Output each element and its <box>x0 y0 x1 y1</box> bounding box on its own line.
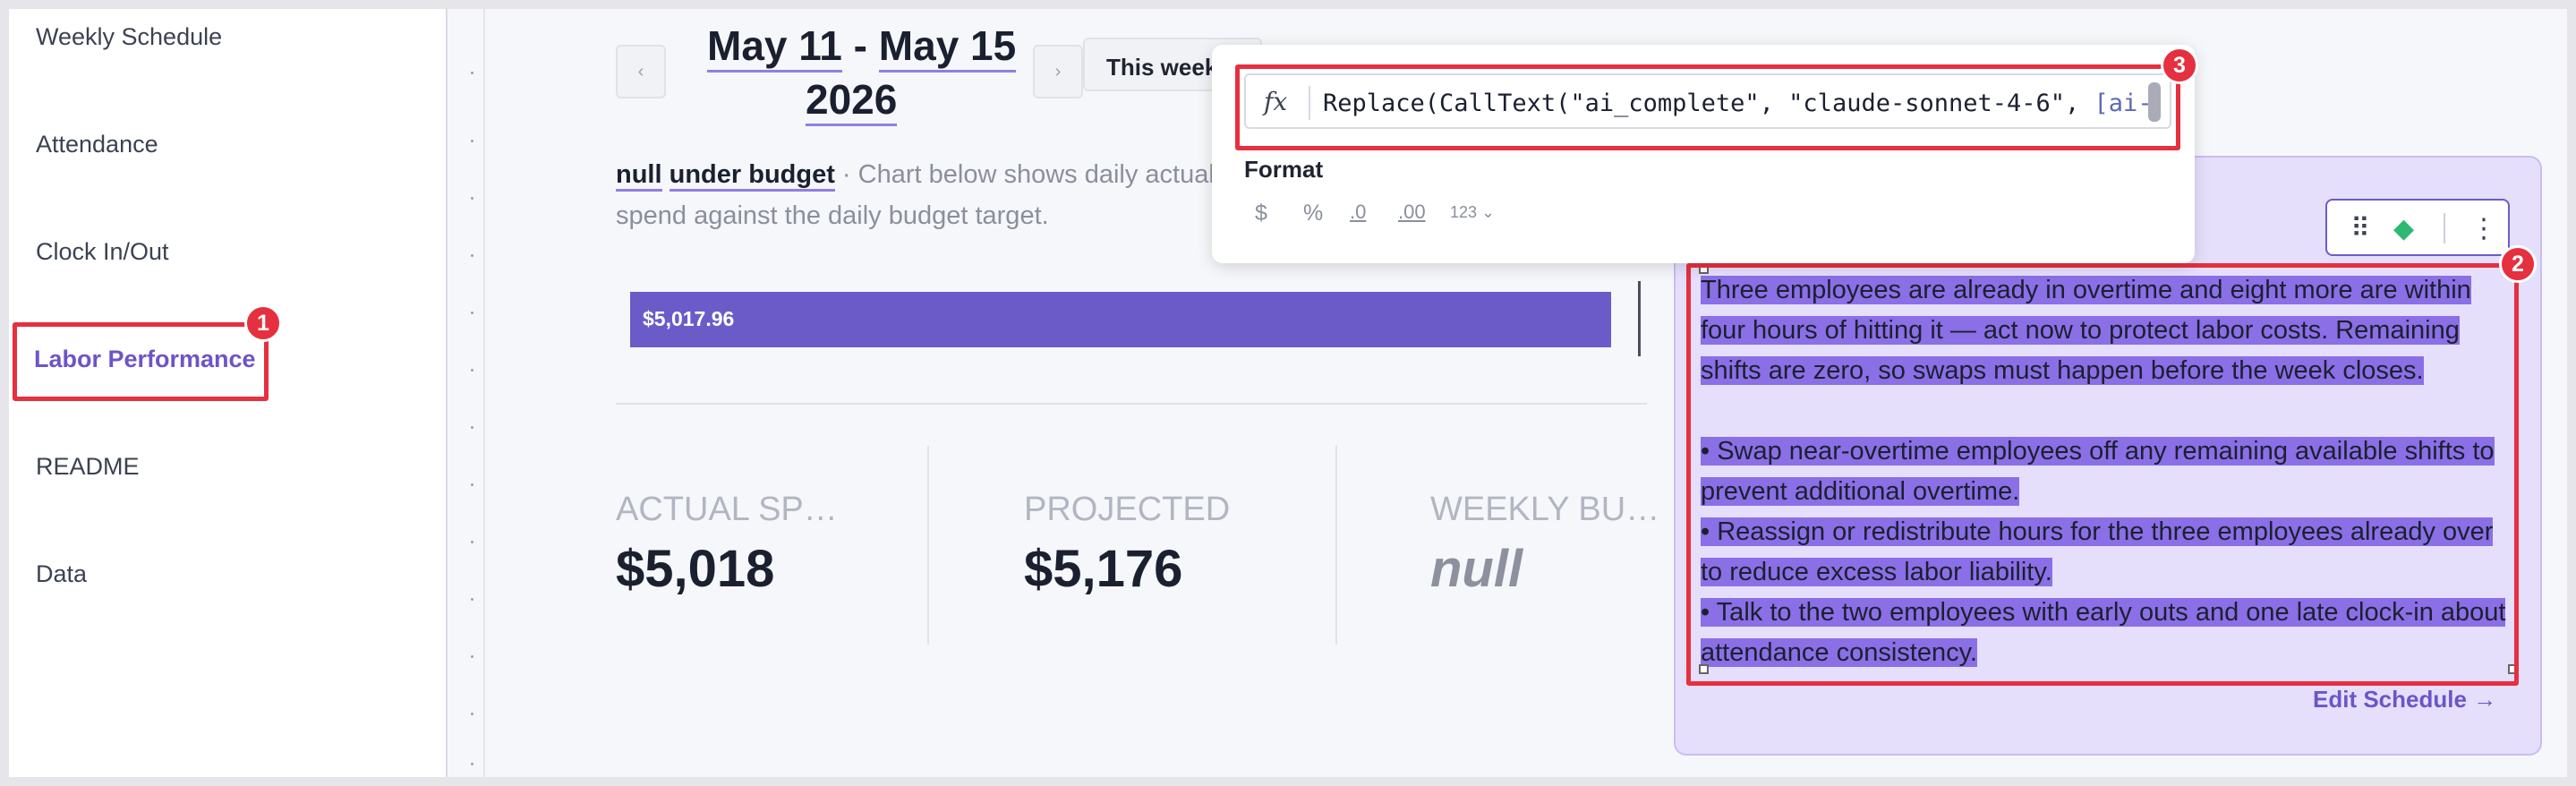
kpi-weekly-budget-label: WEEKLY BU… <box>1430 491 1660 528</box>
sidebar-item-weekly-schedule[interactable]: Weekly Schedule <box>36 23 222 51</box>
sidebar-item-data[interactable]: Data <box>36 560 87 588</box>
budget-target-marker <box>1638 281 1641 356</box>
canvas-gutter <box>449 9 485 777</box>
percent-icon[interactable]: % <box>1303 201 1323 226</box>
annotation-badge-2: 2 <box>2499 245 2537 283</box>
sidebar-item-readme[interactable]: README <box>36 453 140 481</box>
date-range-separator: - <box>841 22 879 69</box>
kpi-divider <box>927 446 929 645</box>
annotation-box-2 <box>1686 263 2519 686</box>
sidebar-item-attendance[interactable]: Attendance <box>36 131 158 158</box>
annotation-box-1 <box>13 322 269 401</box>
budget-summary: null under budget · Chart below shows da… <box>616 154 1242 236</box>
toolbar-separator <box>2444 213 2445 243</box>
edit-schedule-link[interactable]: Edit Schedule → <box>2313 686 2496 713</box>
date-range-end: May 15 <box>878 22 1017 73</box>
grid-dot <box>471 483 473 486</box>
kpi-actual-spend-value: $5,018 <box>616 540 775 598</box>
year-text: 2026 <box>806 76 898 126</box>
grid-dot <box>471 72 473 74</box>
number-format-label: 123 <box>1450 203 1478 221</box>
grid-dot <box>471 655 473 658</box>
next-week-button[interactable]: › <box>1033 45 1083 98</box>
grid-dot <box>471 312 473 314</box>
kpi-divider <box>1335 446 1337 645</box>
grid-dot <box>471 598 473 601</box>
drag-handle-icon[interactable]: ⠿ <box>2350 213 2370 244</box>
prev-week-button[interactable]: ‹ <box>616 45 666 98</box>
sparkle-icon[interactable]: ◆ <box>2393 213 2414 244</box>
grid-dot <box>471 197 473 200</box>
annotation-box-3 <box>1235 64 2180 150</box>
date-range-title: May 11 - May 15 <box>707 21 1017 73</box>
kpi-actual-spend-label: ACTUAL SP… <box>616 491 838 528</box>
grid-dot <box>471 369 473 372</box>
date-range-start: May 11 <box>707 22 842 73</box>
divider <box>616 403 1647 405</box>
kpi-projected-label: PROJECTED <box>1024 491 1231 528</box>
status-text: under budget <box>669 160 835 192</box>
annotation-badge-3: 3 <box>2161 47 2198 84</box>
currency-icon[interactable]: $ <box>1255 201 1267 226</box>
number-format-icon[interactable]: 123 ⌄ <box>1450 203 1495 222</box>
grid-dot <box>471 140 473 142</box>
kpi-weekly-budget-value: null <box>1430 540 1523 598</box>
increase-decimals-icon[interactable]: .00 <box>1398 201 1426 224</box>
grid-dot <box>471 426 473 429</box>
date-range-year: 2026 <box>806 75 898 126</box>
annotation-badge-1: 1 <box>244 304 282 342</box>
sidebar-item-clock-in-out[interactable]: Clock In/Out <box>36 238 169 266</box>
more-vertical-icon[interactable]: ⋮ <box>2470 213 2497 244</box>
chevron-right-icon: › <box>1054 61 1062 81</box>
bar-value-label: $5,017.96 <box>643 307 735 330</box>
grid-dot <box>471 763 473 765</box>
panel-toolbar: ⠿ ◆ ⋮ <box>2325 199 2510 256</box>
kpi-projected-value: $5,176 <box>1024 540 1183 598</box>
grid-dot <box>471 254 473 257</box>
decrease-decimals-icon[interactable]: .0 <box>1350 201 1366 224</box>
grid-dot <box>471 541 473 543</box>
daily-spend-bar[interactable]: $5,017.96 <box>630 292 1611 347</box>
status-null: null <box>616 160 662 192</box>
grid-dot <box>471 713 473 715</box>
chevron-left-icon: ‹ <box>637 61 644 81</box>
format-label: Format <box>1244 156 1324 183</box>
